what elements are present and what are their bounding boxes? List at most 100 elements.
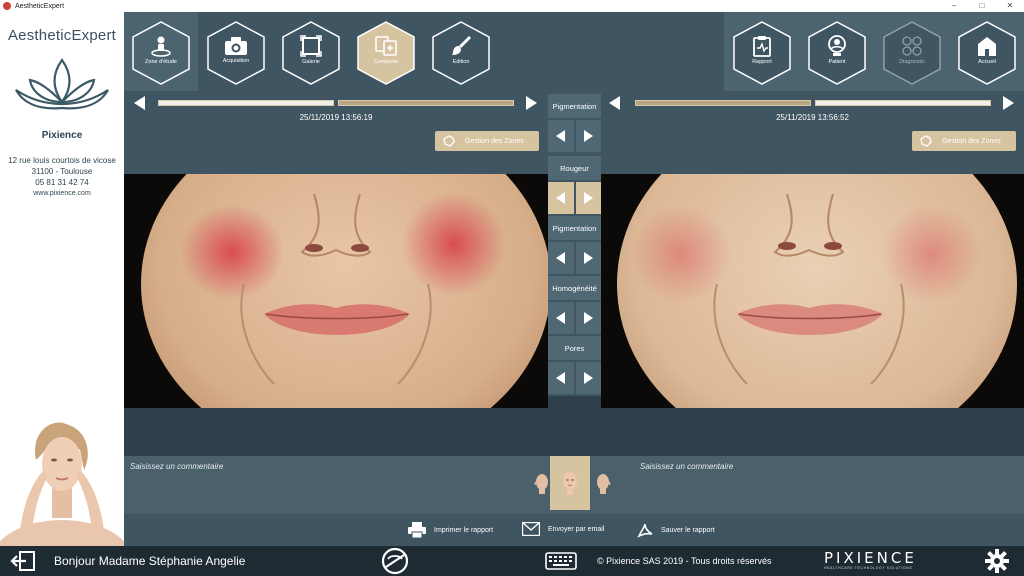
right-timestamp: 25/11/2019 13:56:52 [776, 113, 849, 122]
gallery-icon [300, 35, 322, 57]
pixience-logo-subtitle: HEALTHCARE TECHNOLOGY SOLUTIONS [824, 566, 913, 570]
param-prev-button[interactable] [548, 182, 574, 214]
right-gestion-zones-label: Gestion des Zones [942, 137, 1001, 145]
galerie-button[interactable]: Galerie [280, 20, 342, 86]
param-prev-button[interactable] [548, 120, 574, 152]
printer-icon [408, 522, 426, 538]
arrow-left-icon [556, 130, 566, 142]
model-face-image [0, 420, 124, 546]
minimize-icon[interactable]: – [940, 0, 968, 12]
view-front-button[interactable] [550, 456, 590, 510]
arrow-left-icon [556, 192, 566, 204]
param-next-button[interactable] [575, 120, 601, 152]
report-actions: Imprimer le rapport Envoyer par email Sa… [124, 514, 1024, 546]
center-gap [548, 396, 601, 456]
param-pigmentation-2: Pigmentation [548, 216, 601, 274]
email-report-button[interactable]: Envoyer par email [522, 522, 604, 536]
acquisition-button[interactable]: Acquisition [205, 20, 267, 86]
edition-label: Edition [452, 59, 470, 65]
patient-icon [828, 35, 846, 56]
window-title: AestheticExpert [15, 2, 65, 10]
right-track-b[interactable] [815, 100, 991, 106]
print-report-button[interactable]: Imprimer le rapport [408, 522, 493, 538]
save-report-button[interactable]: Sauver le rapport [637, 522, 715, 538]
accueil-button[interactable]: Accueil [956, 20, 1018, 86]
param-prev-button[interactable] [548, 242, 574, 274]
pixience-logo: PIXIENCE HEALTHCARE TECHNOLOGY SOLUTIONS [824, 550, 917, 571]
param-next-button[interactable] [575, 242, 601, 274]
right-timeline [601, 93, 1024, 111]
param-pigmentation-1: Pigmentation [548, 94, 601, 152]
left-gestion-zones-button[interactable]: Gestion des Zones [435, 131, 539, 151]
website: www.pixience.com [33, 190, 91, 197]
window-titlebar: AestheticExpert – □ ✕ [0, 0, 1024, 12]
brush-icon [452, 35, 472, 55]
comparer-button[interactable]: Comparer [355, 20, 417, 86]
acquisition-label: Acquisition [222, 58, 250, 64]
param-label: Homogénéité [548, 276, 601, 300]
maximize-icon[interactable]: □ [968, 0, 996, 12]
param-label: Rougeur [548, 156, 601, 180]
home-icon [978, 37, 996, 56]
right-comment-input[interactable]: Saisissez un commentaire [640, 462, 733, 471]
zone-etude-label: Zone d'étude [145, 59, 177, 65]
right-image-footer [601, 408, 1024, 456]
galerie-label: Galerie [302, 59, 320, 65]
close-icon[interactable]: ✕ [996, 0, 1024, 12]
calibration-icon[interactable] [380, 547, 410, 575]
zone-etude-button[interactable]: Zone d'étude [130, 20, 192, 86]
comparer-label: Comparer [373, 59, 399, 65]
param-label: Pigmentation [548, 216, 601, 240]
diagnostic-button[interactable]: Diagnostic [881, 20, 943, 86]
right-face-image [601, 174, 1024, 408]
patient-button[interactable]: Patient [806, 20, 868, 86]
param-rougeur: Rougeur [548, 156, 601, 214]
view-right-profile-button[interactable] [591, 456, 617, 510]
param-next-button[interactable] [575, 302, 601, 334]
face-left-profile-icon [534, 474, 548, 494]
compare-icon [375, 36, 397, 56]
left-timeline [124, 93, 548, 111]
left-track-a[interactable] [158, 100, 334, 106]
company-name: Pixience [41, 130, 83, 141]
comments-area: Saisissez un commentaire Saisissez un co… [124, 456, 1024, 514]
accueil-label: Accueil [978, 59, 996, 65]
settings-gear-icon[interactable] [985, 549, 1009, 573]
left-track-b[interactable] [338, 100, 514, 106]
left-comment-input[interactable]: Saisissez un commentaire [130, 462, 223, 471]
rapport-button[interactable]: Rapport [731, 20, 793, 86]
left-image-footer [124, 408, 548, 456]
camera-icon [225, 37, 247, 55]
view-angle-selector [521, 456, 617, 510]
address-street: 12 rue louis courtois de vicose [8, 156, 116, 165]
rapport-label: Rapport [752, 59, 772, 65]
edition-button[interactable]: Edition [430, 20, 492, 86]
param-prev-button[interactable] [548, 362, 574, 394]
param-homogeneite: Homogénéité [548, 276, 601, 334]
email-icon [522, 522, 540, 536]
param-next-button[interactable] [575, 182, 601, 214]
left-prev-arrow-icon[interactable] [134, 96, 145, 110]
param-prev-button[interactable] [548, 302, 574, 334]
copyright-text: © Pixience SAS 2019 - Tous droits réserv… [597, 556, 772, 566]
app-name: AestheticExpert [7, 27, 117, 44]
arrow-left-icon [556, 252, 566, 264]
arrow-right-icon [583, 372, 593, 384]
person-zone-icon [151, 36, 171, 57]
right-gestion-zones-button[interactable]: Gestion des Zones [912, 131, 1016, 151]
arrow-right-icon [583, 252, 593, 264]
left-face-image [124, 174, 548, 408]
user-greeting: Bonjour Madame Stéphanie Angelie [54, 554, 246, 568]
email-report-label: Envoyer par email [548, 525, 605, 533]
arrow-right-icon [583, 192, 593, 204]
right-track-a[interactable] [635, 100, 811, 106]
param-next-button[interactable] [575, 362, 601, 394]
print-report-label: Imprimer le rapport [434, 526, 494, 534]
left-next-arrow-icon[interactable] [526, 96, 537, 110]
logout-icon[interactable] [10, 551, 36, 571]
face-right-profile-icon [597, 474, 611, 494]
keyboard-icon[interactable] [545, 552, 577, 570]
right-prev-arrow-icon[interactable] [609, 96, 620, 110]
main-toolbar: Zone d'étude Acquisition Galerie Compare… [124, 12, 1024, 91]
right-next-arrow-icon[interactable] [1003, 96, 1014, 110]
